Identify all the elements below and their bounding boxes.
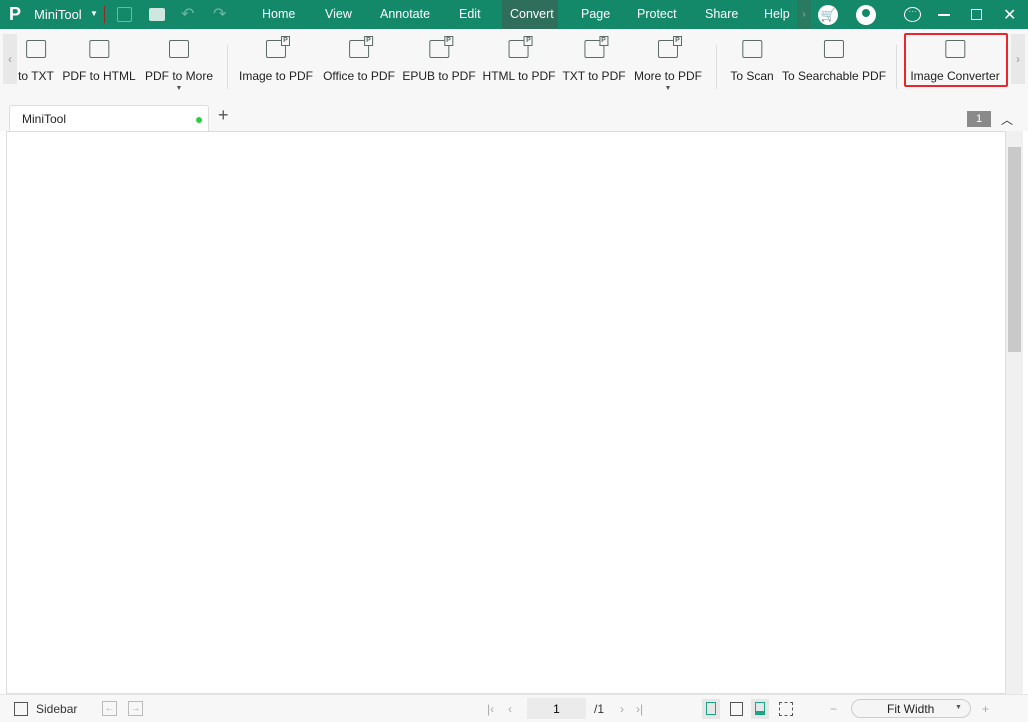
tab-status-dot [196,117,202,123]
image-converter-button[interactable]: Image Converter [910,37,1000,83]
txt-to-pdf-button[interactable]: P TXT to PDF [562,36,626,83]
close-icon[interactable]: ✕ [1003,5,1016,25]
to-txt-button[interactable]: to TXT [18,37,54,83]
chevron-down-icon: ▼ [664,85,672,92]
searchable-pdf-icon [824,40,844,58]
next-page-icon[interactable]: › [620,702,624,716]
menu-home[interactable]: Home [254,0,303,29]
epub-pdf-icon: P [428,36,453,58]
scrollbar-thumb[interactable] [1008,147,1021,352]
ribbon-scroll-right-icon[interactable]: › [1011,34,1025,84]
convert-ribbon: ‹ to TXT PDF to HTML PDF to More ▼ P Image… [0,29,1028,101]
collapse-ribbon-icon[interactable]: ︿ [1001,111,1013,128]
menu-more-arrow-icon[interactable]: › [797,0,811,29]
page-count-badge: 1 [967,111,991,127]
divider [896,45,897,89]
office-pdf-icon: P [349,36,373,58]
more-to-pdf-button[interactable]: P More to PDF ▼ [634,36,702,92]
to-searchable-pdf-button[interactable]: To Searchable PDF [782,37,886,83]
ribbon-scroll-left-icon[interactable]: ‹ [3,34,17,84]
chevron-down-icon: ▼ [955,704,962,711]
txt-icon [25,40,46,58]
menu-page[interactable]: Page [573,0,618,29]
status-bar: Sidebar ← → |‹ ‹ /1 › ›| − Fit Width ▼ + [0,694,1028,722]
maximize-icon[interactable] [971,9,982,20]
pdf-to-more-button[interactable]: PDF to More ▼ [145,37,213,92]
zoom-in-button[interactable]: + [982,702,989,716]
menu-protect[interactable]: Protect [629,0,685,29]
save-icon[interactable] [117,7,132,22]
txt-pdf-icon: P [584,36,608,58]
app-title: MiniTool [34,7,82,22]
print-icon[interactable] [149,8,165,21]
divider [104,6,105,23]
menu-share[interactable]: Share [697,0,746,29]
last-page-icon[interactable]: ›| [636,702,643,716]
prev-page-icon[interactable]: ‹ [508,702,512,716]
user-avatar-icon[interactable] [856,5,876,25]
menu-convert[interactable]: Convert [502,0,558,29]
image-to-pdf-button[interactable]: P Image to PDF [239,36,313,83]
undo-icon[interactable]: ↶ [181,4,194,24]
new-tab-button[interactable]: + [218,105,229,126]
image-convert-icon [945,40,965,58]
two-page-view-icon[interactable] [730,702,743,716]
image-pdf-icon: P [266,36,290,58]
pdf-to-html-button[interactable]: PDF to HTML [62,37,136,83]
grid-view-icon[interactable] [779,702,793,716]
feedback-chat-icon[interactable]: ··· [904,7,921,22]
zoom-value: Fit Width [887,702,935,716]
tab-minitool[interactable]: MiniTool [9,105,209,131]
zoom-select[interactable]: Fit Width ▼ [851,699,971,718]
epub-to-pdf-button[interactable]: P EPUB to PDF [402,36,476,83]
single-page-view-icon[interactable] [702,699,720,719]
office-to-pdf-button[interactable]: P Office to PDF [323,36,395,83]
sidebar-icon[interactable] [14,702,28,716]
page-number-input[interactable] [527,698,586,719]
forward-icon[interactable]: → [128,701,143,716]
app-logo: P [9,4,22,24]
to-scan-button[interactable]: To Scan [730,37,774,83]
vertical-scrollbar[interactable] [1006,131,1023,694]
sidebar-toggle[interactable]: Sidebar [36,702,77,716]
back-icon[interactable]: ← [102,701,117,716]
html-icon [89,40,109,58]
menu-view[interactable]: View [317,0,360,29]
first-page-icon[interactable]: |‹ [487,702,494,716]
document-tab-bar: MiniTool + 1 ︿ [0,101,1028,131]
page-total: /1 [594,702,605,716]
more-pdf-icon: P [657,36,682,58]
divider [716,45,717,89]
chevron-down-icon: ▼ [175,85,183,92]
tab-label: MiniTool [22,112,67,126]
menu-annotate[interactable]: Annotate [372,0,438,29]
title-dropdown-icon[interactable]: ▼ [90,9,98,18]
html-to-pdf-button[interactable]: P HTML to PDF [483,36,555,83]
html-pdf-icon: P [509,36,533,58]
menu-edit[interactable]: Edit [451,0,489,29]
document-canvas[interactable] [6,131,1006,694]
divider [227,45,228,89]
more-format-icon [168,40,189,58]
minimize-icon[interactable] [938,14,950,16]
cart-icon[interactable]: 🛒 [818,5,838,25]
continuous-view-icon[interactable] [751,699,769,719]
menu-help[interactable]: Help [756,0,798,29]
zoom-out-button[interactable]: − [830,702,837,716]
redo-icon[interactable]: ↷ [213,4,226,24]
scan-icon [741,40,762,58]
title-bar: P MiniTool ▼ ↶ ↷ Home View Annotate Edit… [0,0,1028,29]
